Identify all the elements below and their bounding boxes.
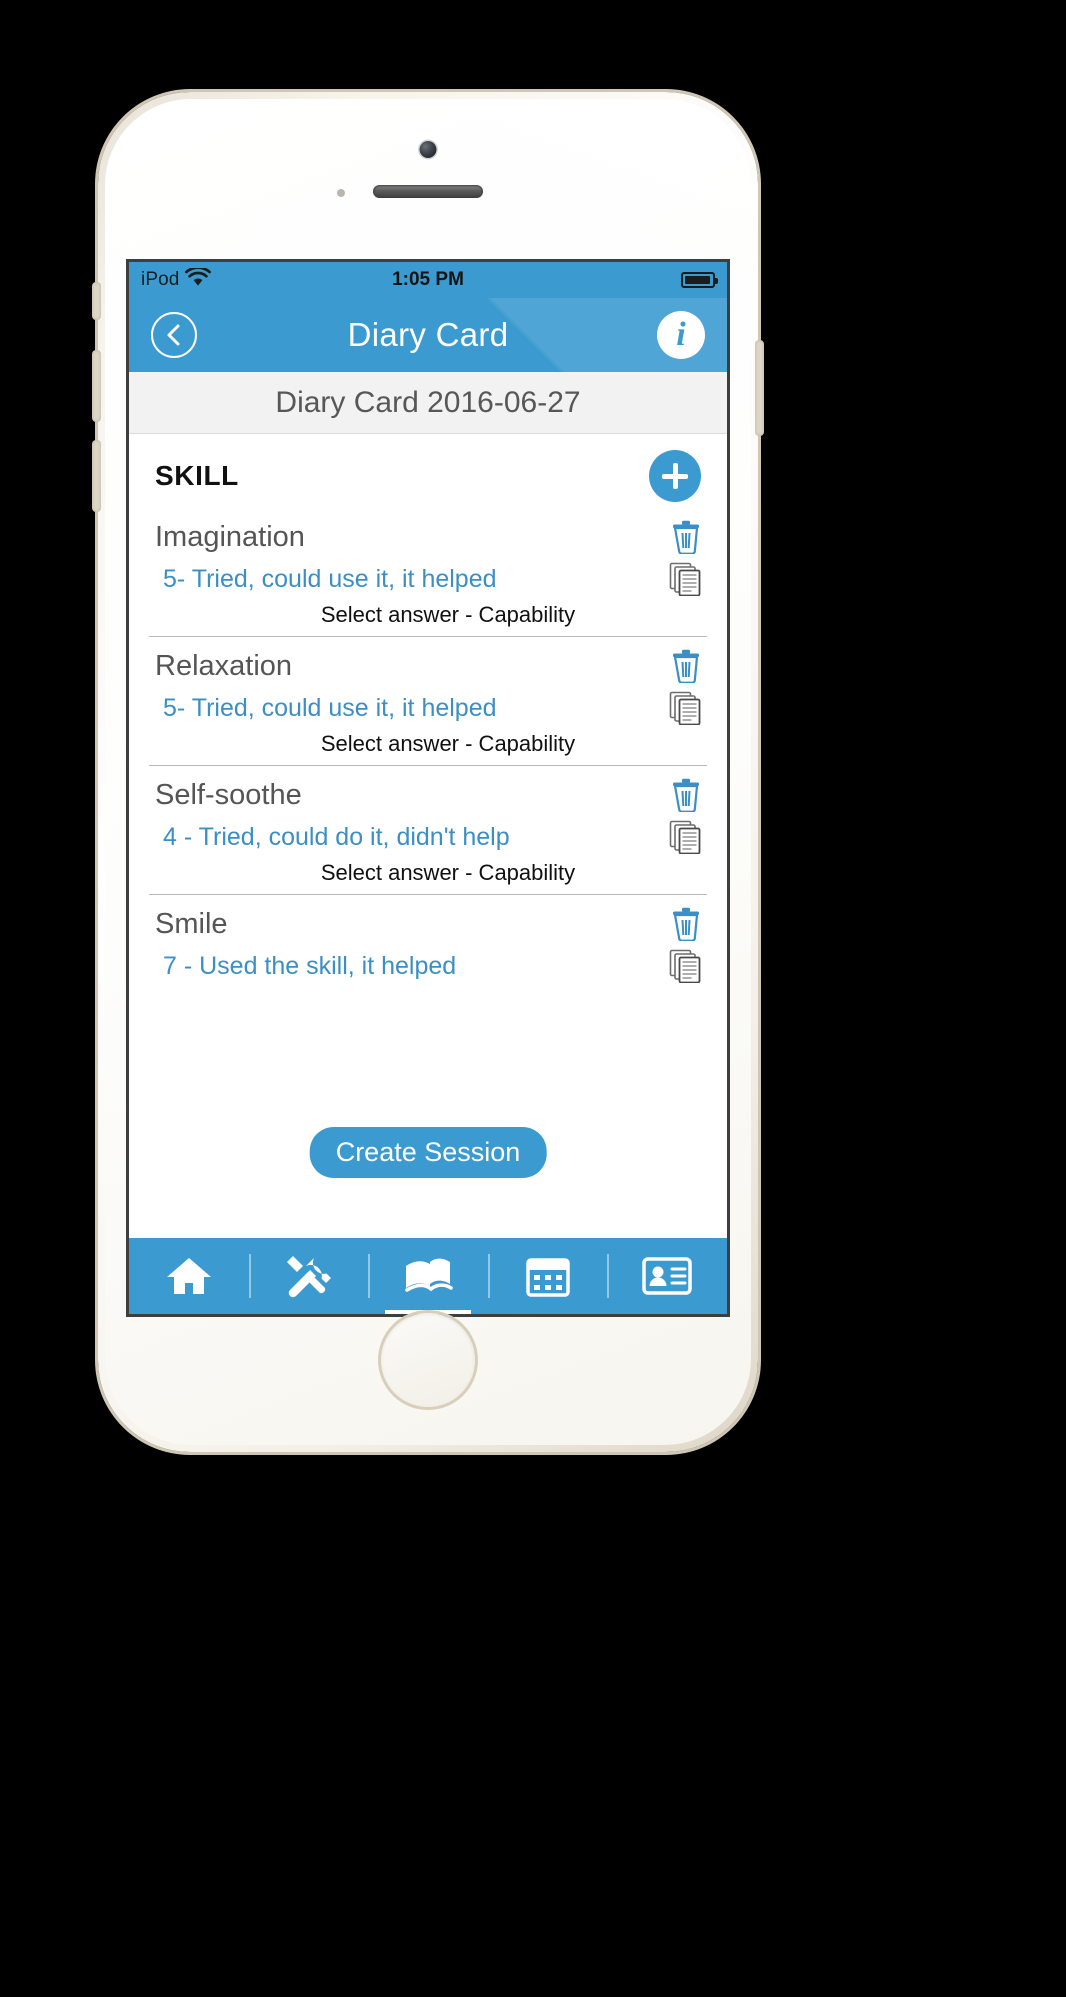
battery-icon bbox=[681, 272, 718, 288]
list-item[interactable]: Smile 7 - Used the skill, it helped bbox=[129, 895, 727, 985]
section-title: SKILL bbox=[155, 460, 239, 491]
skill-name: Relaxation bbox=[155, 649, 293, 682]
info-icon-label: i bbox=[676, 316, 686, 353]
home-button[interactable] bbox=[381, 1313, 475, 1407]
copy-pages-icon[interactable] bbox=[669, 949, 701, 984]
skill-answer-row: 4 - Tried, could do it, didn't help bbox=[155, 816, 701, 856]
status-bar-time: 1:05 PM bbox=[392, 269, 464, 290]
bottom-tab-bar bbox=[129, 1238, 727, 1314]
status-bar: iPod 1:05 PM bbox=[129, 262, 727, 298]
info-button[interactable]: i bbox=[657, 311, 705, 359]
tab-contact[interactable] bbox=[607, 1238, 727, 1314]
earpiece-speaker bbox=[373, 185, 483, 198]
skill-name-row: Imagination bbox=[155, 508, 701, 558]
skill-name: Smile bbox=[155, 907, 228, 940]
phone-device: iPod 1:05 PM Diary Card i Diary Card 201… bbox=[92, 92, 764, 1452]
volume-down-button[interactable] bbox=[92, 440, 101, 512]
list-item[interactable]: Self-soothe 4 - Tried, could do it, didn… bbox=[129, 766, 727, 895]
volume-up-button[interactable] bbox=[92, 350, 101, 422]
home-icon bbox=[164, 1254, 214, 1298]
skill-name-row: Self-soothe bbox=[155, 766, 701, 816]
copy-pages-icon[interactable] bbox=[669, 820, 701, 855]
id-card-icon bbox=[642, 1256, 692, 1296]
list-item[interactable]: Relaxation 5- Tried, could use it, it he… bbox=[129, 637, 727, 766]
tab-calendar[interactable] bbox=[487, 1238, 608, 1314]
skill-answer-row: 5- Tried, could use it, it helped bbox=[155, 687, 701, 727]
skill-name-row: Relaxation bbox=[155, 637, 701, 687]
page-title: Diary Card bbox=[347, 316, 509, 353]
list-item[interactable]: Imagination 5- Tried, could use it, it h… bbox=[129, 508, 727, 637]
copy-pages-icon[interactable] bbox=[669, 691, 701, 726]
proximity-sensor-icon bbox=[337, 189, 345, 197]
skill-list: SKILL Imagination 5- Tried, could use it… bbox=[129, 434, 727, 1238]
trash-icon[interactable] bbox=[671, 778, 701, 813]
skill-name-row: Smile bbox=[155, 895, 701, 945]
skill-name: Imagination bbox=[155, 520, 305, 553]
skill-answer[interactable]: 5- Tried, could use it, it helped bbox=[155, 694, 497, 723]
diary-card-date-header: Diary Card 2016-06-27 bbox=[129, 372, 727, 434]
tab-home[interactable] bbox=[129, 1238, 249, 1314]
phone-screen: iPod 1:05 PM Diary Card i Diary Card 201… bbox=[129, 262, 727, 1314]
tab-tools[interactable] bbox=[248, 1238, 369, 1314]
front-camera-icon bbox=[419, 141, 437, 158]
skill-answer-caption: Select answer - Capability bbox=[320, 602, 576, 627]
skill-answer-caption: Select answer - Capability bbox=[320, 731, 576, 756]
skill-answer[interactable]: 7 - Used the skill, it helped bbox=[155, 952, 456, 981]
create-session-button[interactable]: Create Session bbox=[309, 1127, 547, 1178]
power-button[interactable] bbox=[755, 340, 764, 436]
skill-answer[interactable]: 4 - Tried, could do it, didn't help bbox=[155, 823, 510, 852]
navigation-bar: Diary Card i bbox=[129, 298, 727, 372]
skill-section-header: SKILL bbox=[129, 434, 727, 508]
carrier-label: iPod bbox=[141, 269, 180, 290]
chevron-left-icon bbox=[163, 322, 185, 348]
trash-icon[interactable] bbox=[671, 907, 701, 942]
status-bar-left: iPod bbox=[141, 266, 212, 292]
book-icon bbox=[401, 1254, 455, 1298]
trash-icon[interactable] bbox=[671, 649, 701, 684]
back-button[interactable] bbox=[151, 312, 197, 358]
phone-body: iPod 1:05 PM Diary Card i Diary Card 201… bbox=[105, 99, 751, 1445]
battery-fill bbox=[685, 276, 710, 284]
skill-answer-row: 7 - Used the skill, it helped bbox=[155, 945, 701, 985]
skill-answer-row: 5- Tried, could use it, it helped bbox=[155, 558, 701, 598]
status-bar-right bbox=[681, 272, 718, 288]
copy-pages-icon[interactable] bbox=[669, 562, 701, 597]
skill-answer[interactable]: 5- Tried, could use it, it helped bbox=[155, 565, 497, 594]
tab-diary[interactable] bbox=[368, 1238, 488, 1314]
calendar-icon bbox=[525, 1254, 571, 1298]
wifi-icon bbox=[185, 266, 212, 292]
skill-answer-caption: Select answer - Capability bbox=[320, 860, 576, 885]
mute-switch[interactable] bbox=[92, 282, 101, 320]
skill-name: Self-soothe bbox=[155, 778, 302, 811]
trash-icon[interactable] bbox=[671, 520, 701, 555]
tools-icon bbox=[284, 1254, 332, 1298]
screenshot-root: iPod 1:05 PM Diary Card i Diary Card 201… bbox=[0, 0, 1066, 1997]
add-skill-button[interactable] bbox=[649, 450, 701, 502]
plus-icon-vertical bbox=[672, 463, 678, 489]
